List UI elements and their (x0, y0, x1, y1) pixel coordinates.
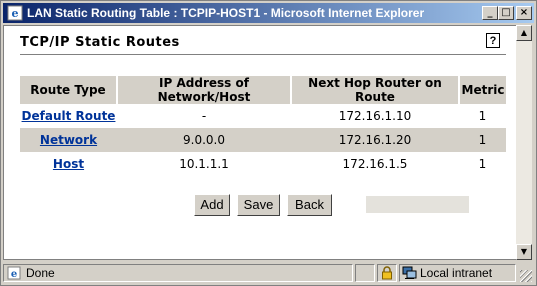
scroll-down-icon[interactable]: ▼ (516, 244, 532, 260)
route-type-link[interactable]: Default Route (22, 109, 116, 123)
route-type-link[interactable]: Host (53, 157, 84, 171)
col-metric: Metric (459, 76, 506, 104)
table-row: Network 9.0.0.0 172.16.1.20 1 (20, 128, 506, 152)
ip-cell: 9.0.0.0 (117, 128, 291, 152)
table-row: Default Route - 172.16.1.10 1 (20, 104, 506, 128)
metric-cell: 1 (478, 157, 487, 171)
save-button[interactable]: Save (237, 194, 280, 216)
scroll-up-icon[interactable]: ▲ (516, 25, 532, 41)
lock-icon (382, 266, 392, 280)
col-ip-address: IP Address of Network/Host (117, 76, 292, 104)
next-hop-cell: 172.16.1.10 (338, 109, 412, 123)
ip-cell: 10.1.1.1 (179, 157, 229, 171)
close-button[interactable]: × (516, 6, 532, 20)
window-title: LAN Static Routing Table : TCPIP-HOST1 -… (27, 6, 425, 20)
metric-cell: 1 (478, 109, 487, 123)
status-bar: e Done Local intranet (3, 262, 534, 284)
route-type-link[interactable]: Network (40, 133, 97, 147)
next-hop-cell: 172.16.1.20 (291, 128, 459, 152)
metric-cell: 1 (459, 128, 506, 152)
minimize-button[interactable]: _ (482, 6, 498, 20)
back-button[interactable]: Back (287, 194, 332, 216)
col-route-type: Route Type (20, 76, 118, 104)
add-button[interactable]: Add (194, 194, 230, 216)
zone-label: Local intranet (420, 266, 493, 280)
lock-panel (377, 264, 397, 282)
title-divider (20, 54, 506, 55)
ip-cell: - (201, 109, 207, 123)
ie-icon: e (7, 5, 23, 21)
browser-window: e LAN Static Routing Table : TCPIP-HOST1… (0, 0, 537, 286)
status-text: Done (26, 266, 55, 280)
maximize-button[interactable]: □ (498, 6, 514, 20)
button-row: Add Save Back (4, 194, 516, 218)
routes-table: Route Type IP Address of Network/Host Ne… (20, 76, 506, 176)
table-row: Host 10.1.1.1 172.16.1.5 1 (20, 152, 506, 176)
page-content: TCP/IP Static Routes ? Route Type IP Add… (3, 25, 516, 260)
next-hop-cell: 172.16.1.5 (342, 157, 408, 171)
intranet-icon (402, 266, 417, 279)
page-icon: e (7, 266, 21, 280)
svg-text:e: e (12, 7, 19, 20)
title-bar[interactable]: e LAN Static Routing Table : TCPIP-HOST1… (3, 3, 534, 23)
empty-status-panel (355, 264, 375, 282)
page-title: TCP/IP Static Routes (20, 35, 180, 50)
svg-text:e: e (11, 269, 17, 280)
table-header-row: Route Type IP Address of Network/Host Ne… (20, 76, 506, 104)
vertical-scrollbar[interactable]: ▲ ▼ (516, 25, 532, 260)
help-icon[interactable]: ? (486, 33, 500, 48)
col-next-hop: Next Hop Router on Route (291, 76, 460, 104)
zone-panel: Local intranet (399, 264, 516, 282)
resize-grip[interactable] (520, 270, 532, 282)
blank-panel (366, 196, 469, 213)
status-panel: e Done (3, 264, 353, 282)
